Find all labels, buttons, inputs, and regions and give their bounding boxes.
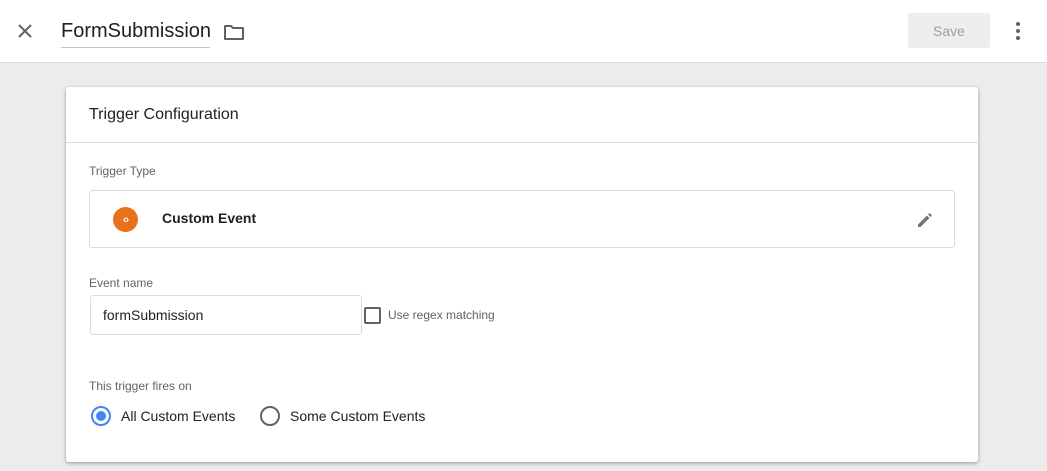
more-options-button[interactable]	[1006, 18, 1030, 44]
event-name-label: Event name	[89, 276, 154, 290]
close-button[interactable]	[12, 18, 38, 44]
page-title: FormSubmission	[61, 20, 212, 42]
radio-button[interactable]	[260, 406, 280, 426]
trigger-type-selector[interactable]: ‹› Custom Event	[89, 190, 955, 248]
radio-button[interactable]	[91, 406, 111, 426]
card-header: Trigger Configuration	[66, 87, 978, 143]
folder-icon	[224, 25, 244, 40]
trigger-type-label: Trigger Type	[89, 164, 156, 178]
radio-label: All Custom Events	[121, 408, 236, 424]
pencil-icon[interactable]	[914, 209, 936, 231]
save-button[interactable]: Save	[908, 13, 990, 48]
close-icon	[18, 24, 32, 38]
title-field[interactable]: FormSubmission	[61, 16, 212, 48]
regex-option[interactable]: Use regex matching	[364, 306, 495, 324]
radio-label: Some Custom Events	[290, 408, 426, 424]
card-title: Trigger Configuration	[89, 105, 239, 123]
regex-checkbox[interactable]	[364, 306, 381, 324]
code-brackets-icon: ‹›	[113, 207, 138, 232]
fires-on-label: This trigger fires on	[89, 379, 192, 393]
more-vert-icon	[1016, 22, 1020, 40]
radio-some-custom-events[interactable]: Some Custom Events	[260, 405, 425, 427]
regex-label: Use regex matching	[388, 308, 495, 322]
top-bar: FormSubmission Save	[0, 0, 1047, 63]
radio-all-custom-events[interactable]: All Custom Events	[91, 405, 235, 427]
trigger-type-name: Custom Event	[162, 210, 257, 226]
event-name-input[interactable]	[90, 295, 362, 335]
trigger-configuration-card: Trigger Configuration Trigger Type ‹› Cu…	[66, 87, 978, 462]
folder-button[interactable]	[222, 21, 246, 43]
